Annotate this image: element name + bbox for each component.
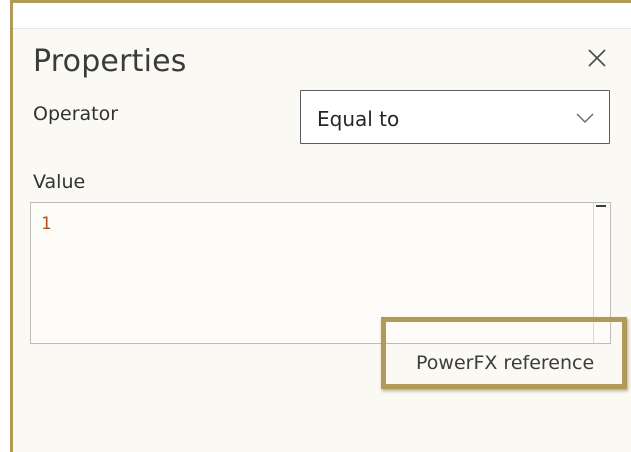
- operator-selected-value: Equal to: [317, 107, 400, 131]
- value-code: 1: [41, 214, 52, 234]
- editor-scrollbar-thumb[interactable]: [596, 205, 606, 207]
- value-label: Value: [33, 171, 86, 193]
- operator-dropdown[interactable]: Equal to: [300, 90, 610, 144]
- close-icon: [588, 49, 606, 67]
- top-highlight-rule: [0, 0, 631, 3]
- panel-title: Properties: [33, 44, 187, 79]
- operator-label: Operator: [33, 103, 119, 125]
- window-frame: Properties Operator Equal to Value 1 Pow…: [0, 0, 631, 452]
- powerfx-reference-link[interactable]: PowerFX reference: [416, 350, 594, 376]
- chevron-down-icon: [576, 113, 594, 123]
- close-button[interactable]: [583, 44, 611, 72]
- left-rail: [0, 0, 13, 452]
- top-strip: [0, 0, 631, 29]
